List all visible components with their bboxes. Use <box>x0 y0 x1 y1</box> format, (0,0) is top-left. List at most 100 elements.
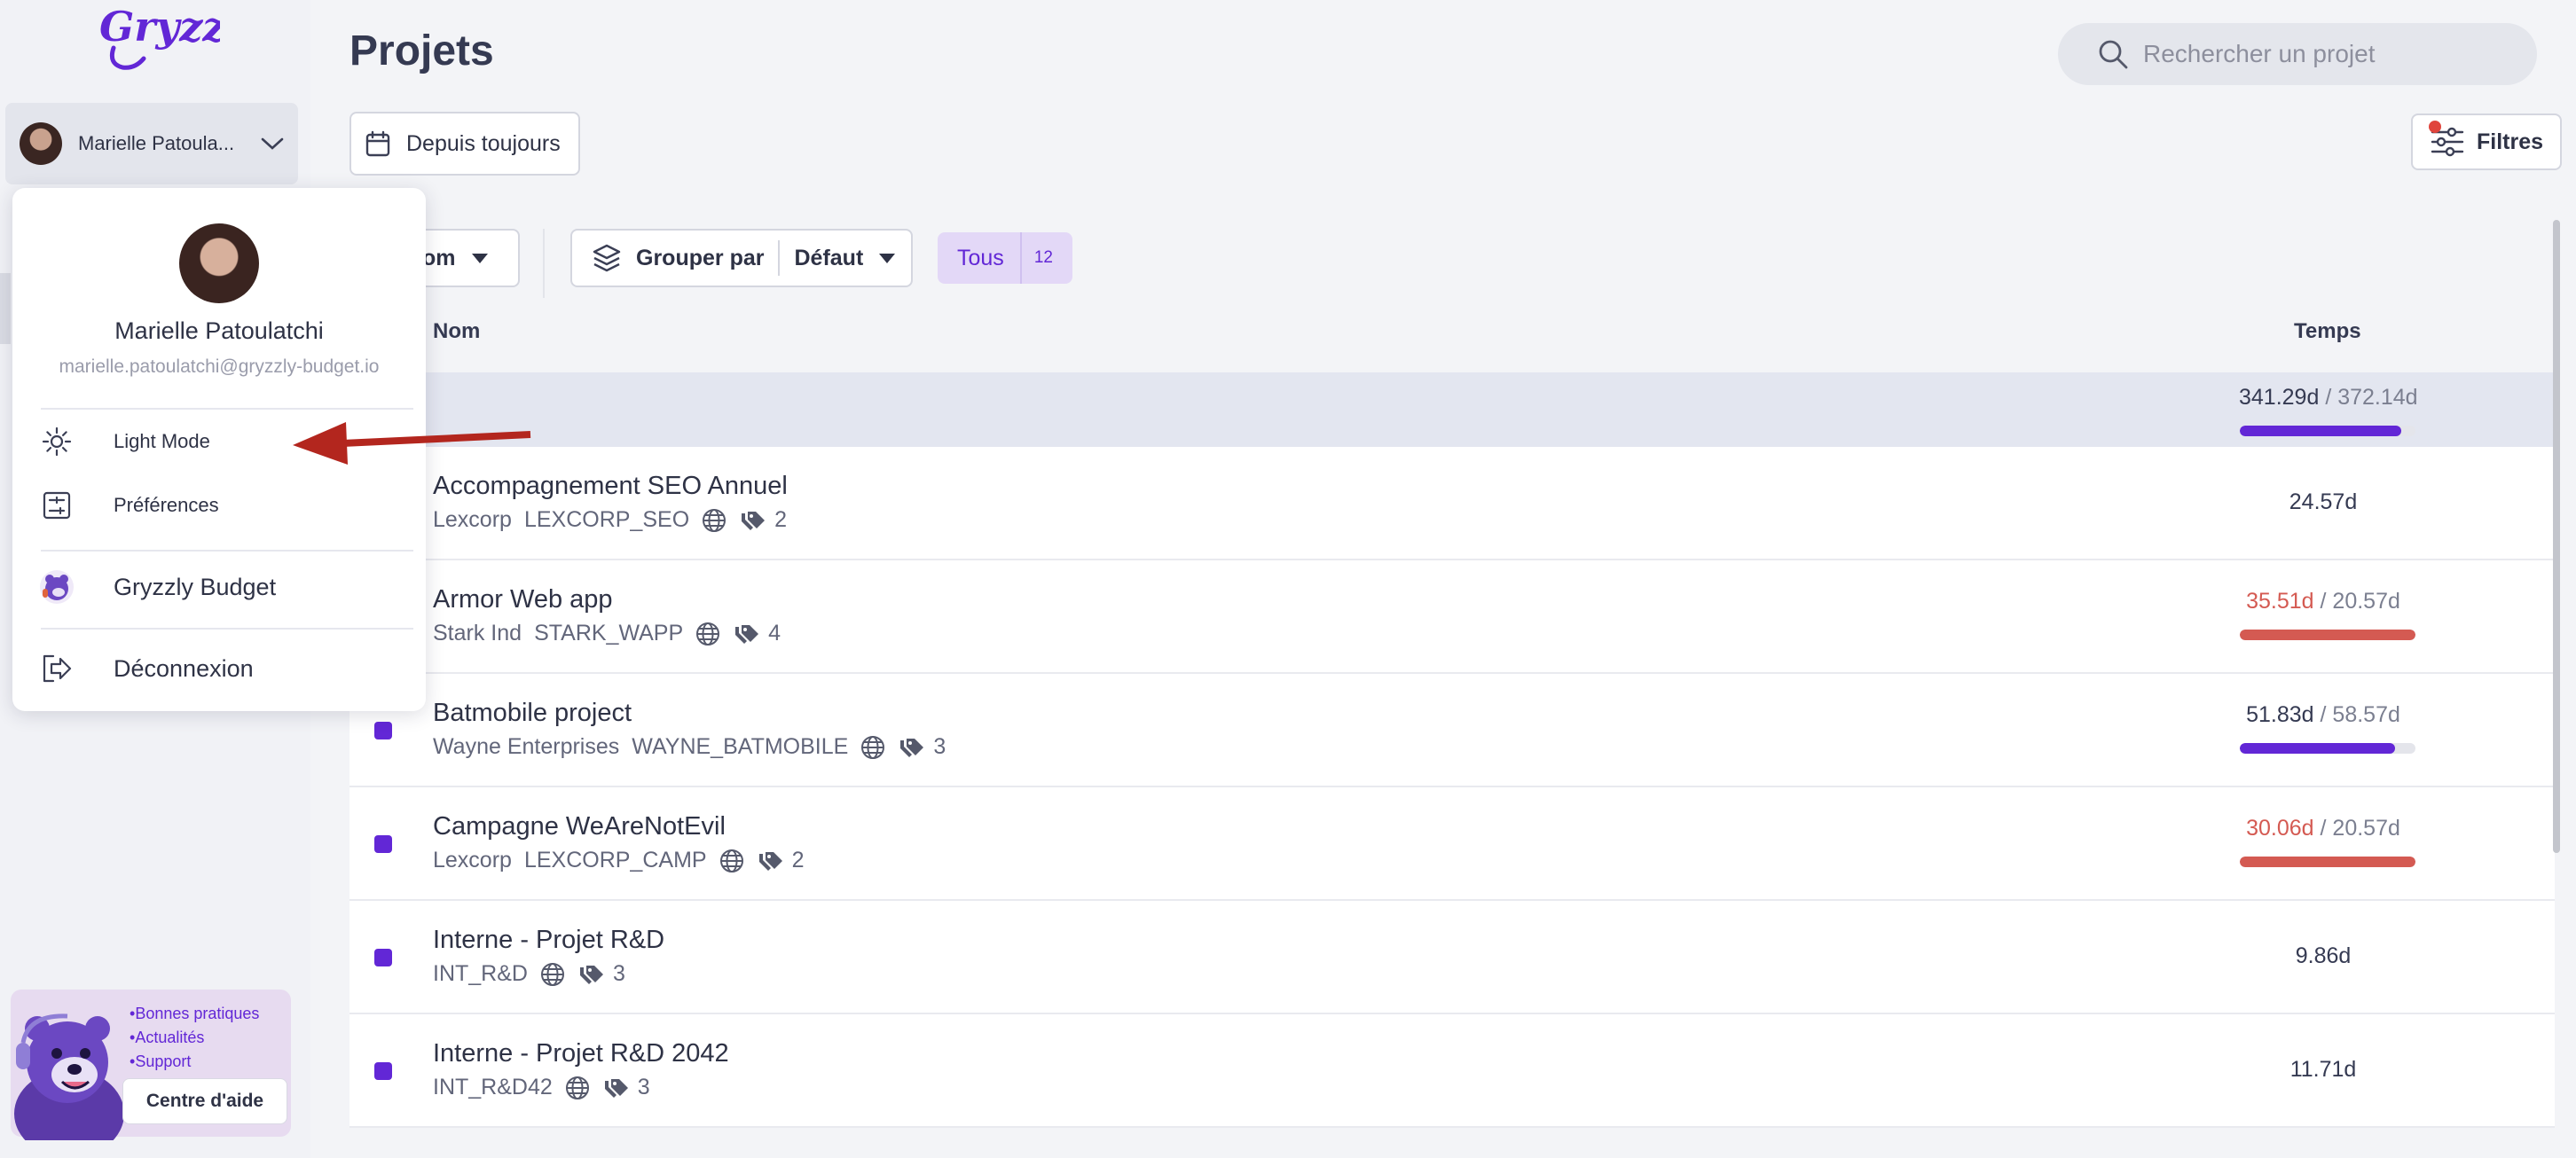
project-code: LEXCORP_SEO <box>523 507 690 532</box>
total-spent: 341.29d <box>2239 385 2320 410</box>
chevron-down-icon <box>261 137 284 150</box>
table-row[interactable]: Interne - Projet R&D INT_R&D 3 9.86d <box>349 901 2555 1014</box>
sidebar-nav-item-partial[interactable] <box>0 273 11 344</box>
caret-down-icon <box>471 253 488 263</box>
tag-icon <box>602 1076 632 1100</box>
project-name[interactable]: Campagne WeAreNotEvil <box>433 812 726 841</box>
globe-icon <box>540 962 565 987</box>
project-code: STARK_WAPP <box>534 621 684 646</box>
table-row[interactable]: Batmobile project Wayne Enterprises WAYNE_… <box>349 674 2555 787</box>
tag-count: 2 <box>791 848 805 872</box>
progress-fill <box>2240 426 2401 436</box>
time-spent: 51.83d <box>2246 702 2314 727</box>
table-row[interactable]: Accompagnement SEO Annuel Lexcorp LEXCORP_… <box>349 447 2555 560</box>
column-header-name[interactable]: Nom <box>433 319 480 344</box>
bear-mascot-icon <box>14 1013 124 1140</box>
date-range-label: Depuis toujours <box>406 130 561 156</box>
search-input[interactable] <box>2141 39 2535 69</box>
project-name[interactable]: Interne - Projet R&D <box>433 926 664 955</box>
avatar <box>20 122 62 165</box>
filters-button[interactable]: Filtres <box>2411 113 2562 170</box>
project-meta: Wayne Enterprises WAYNE_BATMOBILE 3 <box>433 734 946 760</box>
help-link-news[interactable]: Actualités <box>130 1026 259 1050</box>
logout-item[interactable]: Déconnexion <box>39 651 254 686</box>
project-client: Lexcorp <box>433 507 512 532</box>
group-by-select[interactable]: Grouper par Défaut <box>570 229 913 287</box>
project-time: 11.71d <box>2239 1057 2407 1083</box>
logout-icon <box>39 651 75 686</box>
caret-down-icon <box>879 253 896 263</box>
theme-toggle-item[interactable]: Light Mode <box>39 424 210 459</box>
time-spent: 35.51d <box>2246 589 2314 614</box>
user-menu-button[interactable]: Marielle Patoula... <box>5 103 298 184</box>
workspace-item[interactable]: Gryzzly Budget <box>39 569 276 605</box>
search-box[interactable] <box>2058 23 2537 85</box>
workspace-avatar-icon <box>39 569 75 605</box>
user-name: Marielle Patoula... <box>78 132 235 154</box>
project-name[interactable]: Accompagnement SEO Annuel <box>433 472 788 501</box>
project-color-swatch <box>374 835 392 853</box>
filters-active-badge <box>2429 121 2441 133</box>
table-row[interactable]: Campagne WeAreNotEvil Lexcorp LEXCORP_CAMP… <box>349 787 2555 901</box>
search-icon <box>2099 40 2128 69</box>
preferences-icon <box>39 488 75 523</box>
time-spent: 11.71d <box>2289 1057 2357 1082</box>
project-name[interactable]: Armor Web app <box>433 585 613 614</box>
tag-count: 2 <box>774 507 788 532</box>
preferences-item[interactable]: Préférences <box>39 488 219 523</box>
user-menu-name: Marielle Patoulatchi <box>114 317 324 344</box>
project-client: Stark Ind <box>433 621 522 646</box>
help-links: Bonnes pratiques Actualités Support <box>130 1002 259 1074</box>
help-link-best-practices[interactable]: Bonnes pratiques <box>130 1002 259 1026</box>
divider <box>41 628 413 630</box>
page-title: Projets <box>349 27 494 74</box>
project-meta: INT_R&D 3 <box>433 961 625 987</box>
tag-count: 3 <box>933 734 946 759</box>
project-color-swatch <box>374 949 392 966</box>
column-header-time[interactable]: Temps <box>2294 319 2361 344</box>
group-by-label: Grouper par <box>636 245 765 270</box>
table-row[interactable]: Interne - Projet R&D 2042 INT_R&D42 3 11.71… <box>349 1014 2555 1128</box>
project-name[interactable]: Interne - Projet R&D 2042 <box>433 1039 729 1068</box>
calendar-icon <box>365 130 390 157</box>
time-spent: 30.06d <box>2246 816 2314 841</box>
tag-icon <box>733 622 763 646</box>
help-center-button[interactable]: Centre d'aide <box>122 1078 287 1124</box>
divider <box>1019 232 1022 284</box>
tag-icon <box>739 508 769 533</box>
project-code: LEXCORP_CAMP <box>523 848 707 872</box>
filters-label: Filtres <box>2477 129 2544 154</box>
gryzzly-logo[interactable]: Gryzzly <box>96 2 220 73</box>
globe-icon <box>702 508 726 533</box>
progress-fill <box>2240 743 2396 754</box>
toolbar-divider <box>543 229 545 298</box>
logout-label: Déconnexion <box>114 654 254 682</box>
date-range-button[interactable]: Depuis toujours <box>349 112 580 176</box>
progress-fill <box>2240 857 2415 867</box>
total-time: 341.29d / 372.14d <box>2239 385 2418 410</box>
help-link-support[interactable]: Support <box>130 1050 259 1074</box>
help-card: Bonnes pratiques Actualités Support Cent… <box>11 990 291 1140</box>
scope-filter-all[interactable]: Tous 12 <box>938 232 1072 284</box>
budget-progress-bar <box>2240 857 2415 867</box>
budget-progress-bar <box>2240 630 2415 640</box>
scrollbar[interactable] <box>2553 220 2560 853</box>
project-name[interactable]: Batmobile project <box>433 699 632 728</box>
tag-icon <box>898 735 928 760</box>
tag-count: 3 <box>612 961 625 986</box>
workspace-label: Gryzzly Budget <box>114 573 277 600</box>
table-row[interactable]: Armor Web app Stark Ind STARK_WAPP 4 35.51d … <box>349 560 2555 674</box>
project-time: 30.06d / 20.57d <box>2246 816 2400 841</box>
user-menu-email: marielle.patoulatchi@gryzzly-budget.io <box>59 356 380 377</box>
project-time: 51.83d / 58.57d <box>2246 702 2400 727</box>
tag-icon <box>577 962 608 987</box>
project-code: INT_R&D42 <box>433 1075 553 1099</box>
tag-icon <box>757 849 787 873</box>
project-code: INT_R&D <box>433 961 528 986</box>
preferences-label: Préférences <box>114 494 219 516</box>
annotation-arrow-icon <box>293 422 531 465</box>
progress-fill <box>2240 630 2415 640</box>
project-meta: INT_R&D42 3 <box>433 1075 650 1100</box>
total-row: 341.29d / 372.14d <box>349 372 2555 447</box>
layers-icon <box>593 244 621 272</box>
